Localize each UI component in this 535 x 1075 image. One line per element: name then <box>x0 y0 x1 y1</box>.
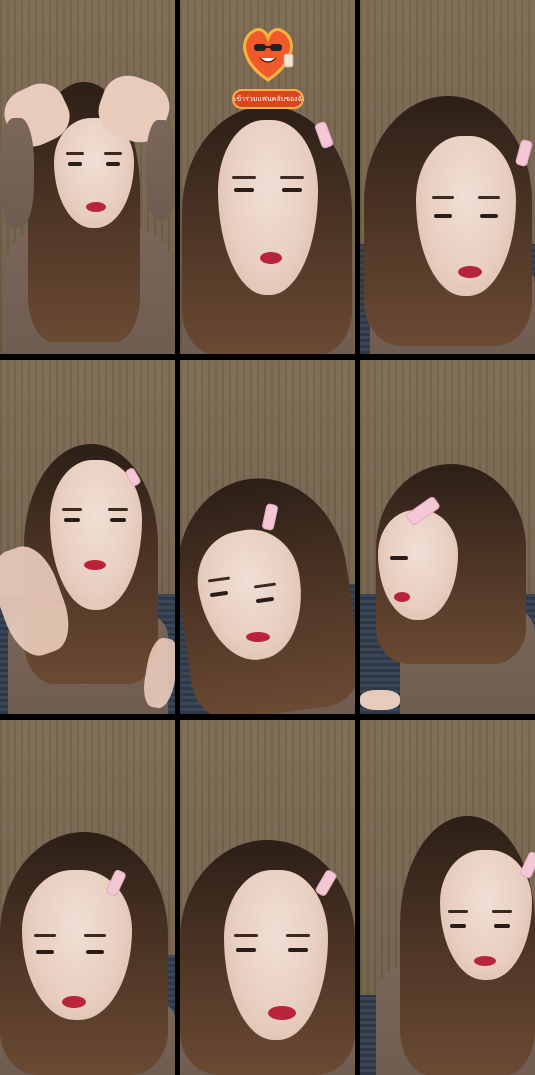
person <box>360 360 535 714</box>
person <box>360 720 535 1075</box>
video-frame-grid: เข้าร่วมแฟนคลับของฉัน <box>0 0 535 1075</box>
video-frame-3 <box>360 0 535 354</box>
video-frame-5 <box>180 360 355 714</box>
video-frame-7 <box>0 720 175 1075</box>
sticker-label: เข้าร่วมแฟนคลับของฉัน <box>232 89 304 109</box>
video-frame-8 <box>180 720 355 1075</box>
fanclub-sticker[interactable]: เข้าร่วมแฟนคลับของฉัน <box>232 24 306 114</box>
person <box>0 360 175 714</box>
person <box>0 0 175 354</box>
video-frame-4 <box>0 360 175 714</box>
person <box>180 360 355 714</box>
video-frame-9 <box>360 720 535 1075</box>
person <box>180 720 355 1075</box>
video-frame-6 <box>360 360 535 714</box>
video-frame-2: เข้าร่วมแฟนคลับของฉัน <box>180 0 355 354</box>
video-frame-1 <box>0 0 175 354</box>
person <box>360 0 535 354</box>
heart-mascot-icon <box>243 28 294 82</box>
person <box>0 720 175 1075</box>
